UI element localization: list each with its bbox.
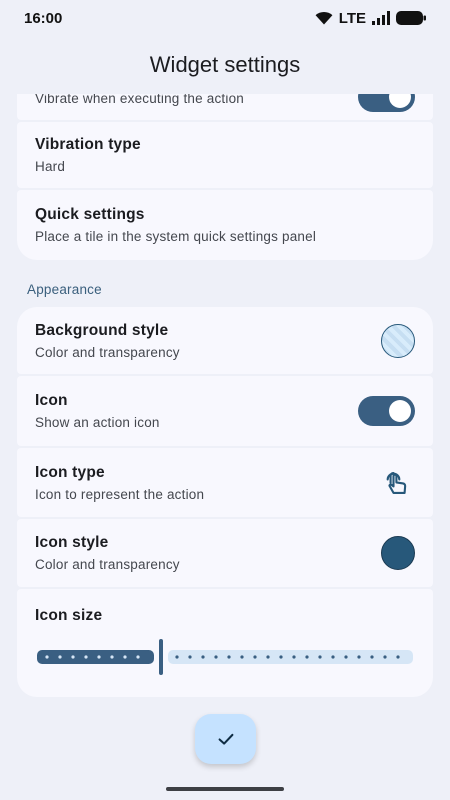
background-style-item[interactable]: Background style Color and transparency xyxy=(17,307,433,374)
icon-size-slider[interactable] xyxy=(37,639,413,679)
slider-tick xyxy=(396,655,400,659)
vibration-type-item[interactable]: Vibration type Hard xyxy=(17,122,433,188)
vibrate-switch[interactable] xyxy=(358,94,415,112)
slider-thumb[interactable] xyxy=(159,639,163,675)
icon-toggle-subtitle: Show an action icon xyxy=(35,415,160,430)
background-style-subtitle: Color and transparency xyxy=(35,344,180,360)
confirm-fab[interactable] xyxy=(195,714,256,764)
background-style-title: Background style xyxy=(35,321,169,339)
network-label: LTE xyxy=(338,9,366,27)
slider-tick xyxy=(123,655,127,659)
icon-toggle-item[interactable]: Icon Show an action icon xyxy=(17,376,433,446)
icon-style-title: Icon style xyxy=(35,534,109,551)
slider-tick xyxy=(253,655,257,659)
touch-app-icon[interactable] xyxy=(383,469,411,497)
slider-tick xyxy=(201,655,205,659)
slider-inactive-track xyxy=(168,650,413,664)
settings-list[interactable]: Vibrate when executing the action Vibrat… xyxy=(0,94,450,800)
slider-tick xyxy=(227,655,231,659)
slider-tick xyxy=(305,655,309,659)
page-title: Widget settings xyxy=(149,52,301,77)
appearance-section-header: Appearance xyxy=(27,282,102,297)
slider-tick xyxy=(110,655,114,659)
slider-tick xyxy=(318,655,322,659)
behavior-group: Vibrate when executing the action Vibrat… xyxy=(17,94,433,260)
appearance-group: Background style Color and transparency … xyxy=(17,307,433,697)
quick-settings-title: Quick settings xyxy=(35,206,145,223)
check-icon xyxy=(218,733,233,745)
slider-tick xyxy=(97,655,101,659)
home-indicator xyxy=(166,787,284,791)
slider-tick xyxy=(136,655,140,659)
background-color-swatch[interactable] xyxy=(381,323,415,358)
slider-tick xyxy=(370,655,374,659)
icon-switch[interactable] xyxy=(358,396,415,426)
vibrate-switch-thumb xyxy=(389,94,411,108)
slider-tick xyxy=(266,655,270,659)
icon-size-title: Icon size xyxy=(35,607,103,624)
icon-color-swatch[interactable] xyxy=(381,536,415,570)
quick-settings-subtitle: Place a tile in the system quick setting… xyxy=(35,229,317,244)
icon-style-item[interactable]: Icon style Color and transparency xyxy=(17,519,433,587)
slider-tick xyxy=(45,655,49,659)
icon-type-item[interactable]: Icon type Icon to represent the action xyxy=(17,448,433,517)
icon-style-subtitle: Color and transparency xyxy=(35,557,180,572)
vibration-type-title: Vibration type xyxy=(35,136,141,153)
slider-tick xyxy=(357,655,361,659)
slider-tick xyxy=(240,655,244,659)
battery-icon xyxy=(396,11,426,25)
status-time: 16:00 xyxy=(24,9,63,27)
icon-toggle-title: Icon xyxy=(35,392,68,409)
quick-settings-item[interactable]: Quick settings Place a tile in the syste… xyxy=(17,190,433,260)
slider-tick xyxy=(175,655,179,659)
vibration-type-value: Hard xyxy=(35,159,66,174)
slider-tick xyxy=(292,655,296,659)
signal-icon xyxy=(372,11,390,25)
slider-tick xyxy=(58,655,62,659)
status-icons: LTE xyxy=(315,10,426,27)
slider-tick xyxy=(71,655,75,659)
slider-tick xyxy=(188,655,192,659)
app-bar: Widget settings xyxy=(0,36,450,94)
icon-type-title: Icon type xyxy=(35,463,105,481)
vibrate-setting-subtitle: Vibrate when executing the action xyxy=(35,94,244,106)
status-bar: 16:00 LTE xyxy=(0,0,450,36)
icon-size-item: Icon size xyxy=(17,589,433,697)
icon-switch-thumb xyxy=(389,400,411,422)
slider-tick xyxy=(383,655,387,659)
slider-tick xyxy=(331,655,335,659)
slider-tick xyxy=(214,655,218,659)
slider-tick xyxy=(279,655,283,659)
icon-type-subtitle: Icon to represent the action xyxy=(35,486,205,502)
slider-tick xyxy=(344,655,348,659)
wifi-icon xyxy=(315,11,333,25)
vibrate-setting-item[interactable]: Vibrate when executing the action xyxy=(17,94,433,120)
slider-tick xyxy=(84,655,88,659)
